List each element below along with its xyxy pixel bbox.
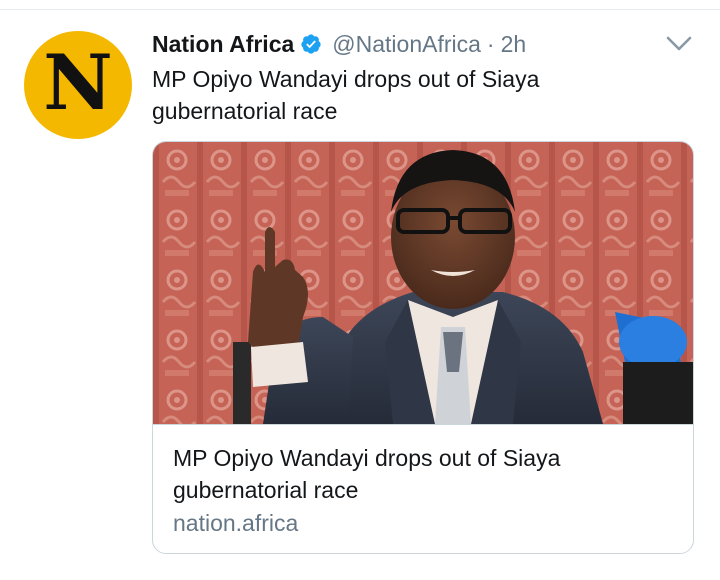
avatar[interactable]: N: [24, 31, 132, 139]
chevron-down-icon[interactable]: [664, 32, 694, 56]
tweet-text: MP Opiyo Wandayi drops out of Siaya gube…: [152, 66, 540, 124]
avatar-logo-letter: N: [43, 38, 113, 127]
tweet-header: Nation Africa @NationAfrica · 2h: [152, 29, 526, 59]
card-divider: [153, 424, 693, 425]
author-handle[interactable]: @NationAfrica: [332, 31, 481, 58]
author-display-name[interactable]: Nation Africa: [152, 31, 294, 58]
top-divider: [0, 9, 720, 10]
card-domain[interactable]: nation.africa: [173, 510, 298, 537]
verified-badge-icon: [301, 34, 321, 54]
separator-dot: ·: [486, 30, 495, 57]
tweet-timestamp[interactable]: 2h: [501, 31, 527, 58]
card-title[interactable]: MP Opiyo Wandayi drops out of Siaya gube…: [173, 442, 673, 506]
article-photo[interactable]: [153, 142, 693, 424]
link-card[interactable]: MP Opiyo Wandayi drops out of Siaya gube…: [152, 141, 694, 554]
